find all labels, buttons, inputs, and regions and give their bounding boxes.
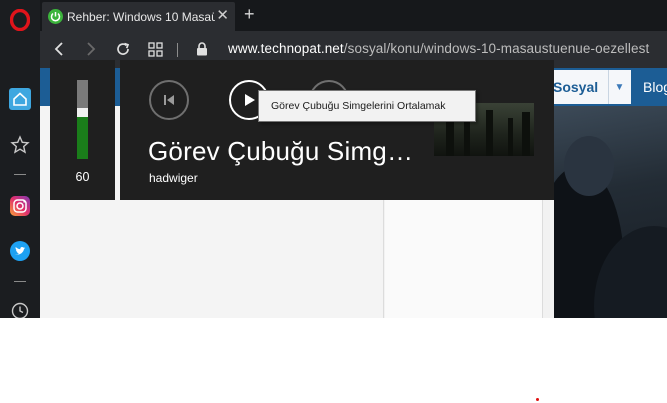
- previous-track-button[interactable]: [149, 80, 189, 120]
- url-field[interactable]: www.technopat.net/sosyal/konu/windows-10…: [228, 41, 649, 56]
- url-path: /sosyal/konu/windows-10-masaustuenue-oez…: [343, 41, 650, 56]
- opera-logo-icon[interactable]: [9, 9, 31, 31]
- skip-back-icon: [164, 95, 174, 105]
- tab-title: Rehber: Windows 10 Masaüstünü Özelleştir…: [67, 9, 215, 24]
- toolbar-divider: [177, 43, 178, 57]
- new-tab-button[interactable]: +: [244, 4, 255, 24]
- lock-icon[interactable]: [193, 40, 211, 58]
- sidebar-separator: [14, 174, 26, 175]
- home-icon[interactable]: [9, 88, 31, 110]
- tab-active[interactable]: Rehber: Windows 10 Masaüstünü Özelleştir…: [42, 2, 235, 31]
- track-artist: hadwiger: [149, 171, 198, 185]
- power-icon: [48, 9, 63, 24]
- back-icon[interactable]: [50, 40, 68, 58]
- media-controls-flyout: Görev Çubuğu Simg… hadwiger: [120, 60, 554, 200]
- volume-fill: [77, 112, 88, 159]
- clock-icon[interactable]: [9, 300, 31, 318]
- opera-sidebar: [0, 0, 40, 318]
- chevron-down-icon[interactable]: ▼: [608, 70, 630, 104]
- volume-slider[interactable]: [77, 80, 88, 159]
- close-icon[interactable]: ✕: [216, 7, 229, 25]
- background-image: [554, 106, 667, 318]
- reload-icon[interactable]: [114, 40, 132, 58]
- play-icon: [245, 94, 255, 106]
- track-title: Görev Çubuğu Simg…: [148, 136, 414, 166]
- tab-strip: Rehber: Windows 10 Masaüstünü Özelleştir…: [40, 0, 667, 31]
- blog-link[interactable]: Blog: [643, 79, 667, 95]
- volume-flyout: 60: [50, 60, 115, 200]
- forward-icon[interactable]: [82, 40, 100, 58]
- speed-dial-icon[interactable]: [146, 40, 164, 58]
- tooltip: Görev Çubuğu Simgelerini Ortalamak: [258, 90, 476, 122]
- instagram-icon[interactable]: [9, 195, 31, 217]
- volume-thumb[interactable]: [77, 108, 88, 117]
- volume-value: 60: [75, 170, 90, 184]
- url-host: www.technopat.net: [228, 41, 344, 56]
- sidebar-separator: [14, 281, 26, 282]
- twitter-icon[interactable]: [9, 240, 31, 262]
- sosyal-label: Sosyal: [553, 79, 599, 95]
- screen: Rehber: Windows 10 Masaüstünü Özelleştir…: [0, 0, 667, 318]
- cursor-dot: [536, 398, 539, 401]
- star-icon[interactable]: [9, 134, 31, 156]
